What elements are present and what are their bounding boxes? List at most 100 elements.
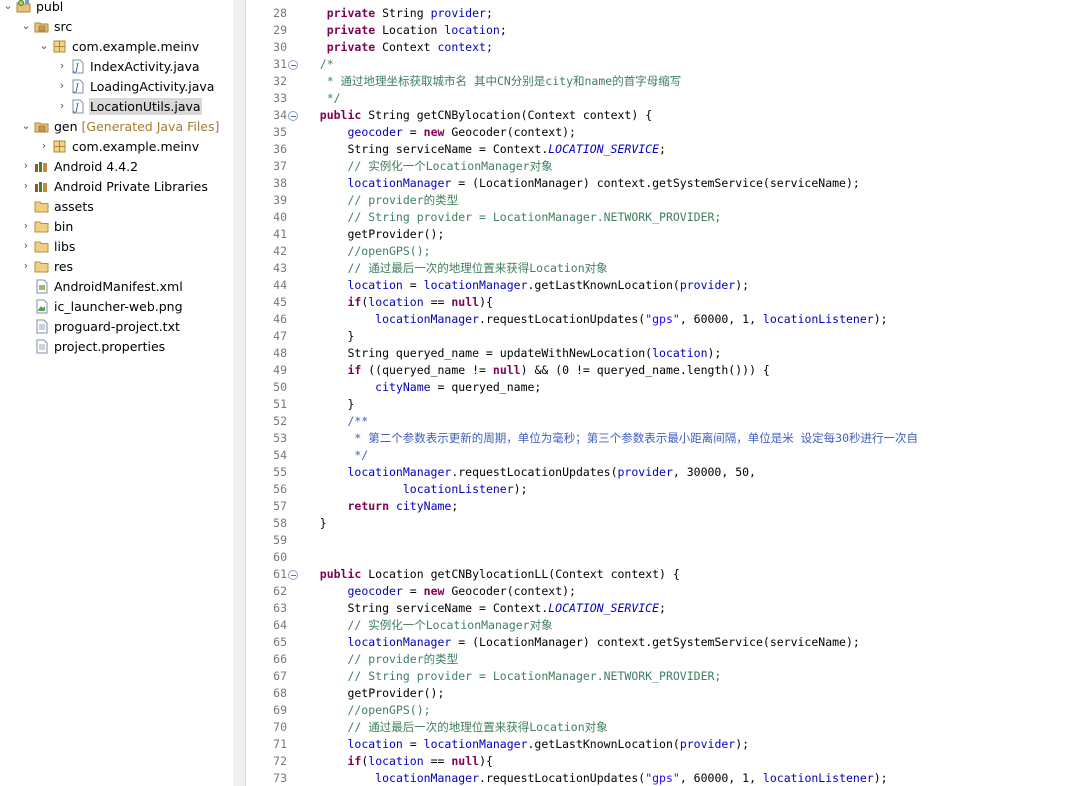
code-line[interactable]: 32 * 通过地理坐标获取城市名 其中CN分别是city和name的首字母缩写 [264, 73, 1086, 90]
code-line[interactable]: 55 locationManager.requestLocationUpdate… [264, 464, 1086, 481]
chevron-down-icon[interactable]: ⌄ [2, 0, 14, 12]
code-line[interactable]: 62 geocoder = new Geocoder(context); [264, 583, 1086, 600]
code-token: LOCATION_SERVICE [548, 142, 660, 156]
fold-toggle-icon[interactable] [288, 570, 298, 580]
code-line[interactable]: 41 getProvider(); [264, 226, 1086, 243]
tree-item[interactable]: project.properties [0, 337, 233, 357]
tree-item[interactable]: › res [0, 257, 233, 277]
code-line[interactable]: 53 * 第二个参数表示更新的周期，单位为毫秒；第三个参数表示最小距离间隔，单位… [264, 430, 1086, 447]
code-line[interactable]: 64 // 实例化一个LocationManager对象 [264, 617, 1086, 634]
code-editor[interactable]: 28 private String provider; 29 private Lo… [264, 0, 1086, 786]
code-token: public [319, 567, 362, 581]
code-line[interactable]: 58 } [264, 515, 1086, 532]
code-line[interactable]: 65 locationManager = (LocationManager) c… [264, 634, 1086, 651]
code-token: ) && (0 != queryed_name.length())) { [520, 363, 770, 377]
chevron-down-icon[interactable]: ⌄ [38, 40, 50, 52]
fold-toggle-icon[interactable] [288, 111, 298, 121]
tree-item[interactable]: › J LocationUtils.java [0, 97, 233, 117]
code-line[interactable]: 61 public Location getCNBylocationLL(Con… [264, 566, 1086, 583]
chevron-right-icon[interactable]: › [38, 140, 50, 152]
code-line[interactable]: 45 if(location == null){ [264, 294, 1086, 311]
tree-item[interactable]: › Android 4.4.2 [0, 157, 233, 177]
tree-item[interactable]: ic_launcher-web.png [0, 297, 233, 317]
tree-item[interactable]: › J LoadingActivity.java [0, 77, 233, 97]
code-line[interactable]: 31 /* [264, 56, 1086, 73]
code-text: //openGPS(); [299, 702, 430, 719]
code-token: ; [499, 23, 507, 37]
code-line[interactable]: 60 [264, 549, 1086, 566]
code-line[interactable]: 72 if(location == null){ [264, 753, 1086, 770]
code-line[interactable]: 42 //openGPS(); [264, 243, 1086, 260]
tree-item[interactable]: › libs [0, 237, 233, 257]
line-number: 56 [273, 482, 287, 496]
chevron-down-icon[interactable]: ⌄ [20, 20, 32, 32]
code-line[interactable]: 38 locationManager = (LocationManager) c… [264, 175, 1086, 192]
code-token: ; [659, 142, 666, 156]
code-line[interactable]: 57 return cityName; [264, 498, 1086, 515]
tree-item[interactable]: assets [0, 197, 233, 217]
tree-item[interactable]: ⌄ src [0, 17, 233, 37]
chevron-right-icon[interactable]: › [20, 180, 32, 192]
code-line[interactable]: 43 // 通过最后一次的地理位置来获得Location对象 [264, 260, 1086, 277]
code-line[interactable]: 59 [264, 532, 1086, 549]
code-line[interactable]: 49 if ((queryed_name != null) && (0 != q… [264, 362, 1086, 379]
fold-toggle-icon[interactable] [288, 60, 298, 70]
code-line[interactable]: 39 // provider的类型 [264, 192, 1086, 209]
code-line[interactable]: 46 locationManager.requestLocationUpdate… [264, 311, 1086, 328]
tree-item[interactable]: › bin [0, 217, 233, 237]
chevron-down-icon[interactable]: ⌄ [20, 120, 32, 132]
chevron-right-icon[interactable]: › [20, 220, 32, 232]
line-number: 55 [273, 465, 287, 479]
code-line[interactable]: 63 String serviceName = Context.LOCATION… [264, 600, 1086, 617]
tree-item[interactable]: proguard-project.txt [0, 317, 233, 337]
tree-item-label: res [54, 259, 74, 274]
code-token: location [444, 23, 500, 37]
view-sash[interactable] [233, 0, 264, 786]
code-line[interactable]: 33 */ [264, 90, 1086, 107]
code-line[interactable]: 35 geocoder = new Geocoder(context); [264, 124, 1086, 141]
chevron-right-icon[interactable]: › [56, 100, 68, 112]
code-line[interactable]: 70 // 通过最后一次的地理位置来获得Location对象 [264, 719, 1086, 736]
tree-item[interactable]: AndroidManifest.xml [0, 277, 233, 297]
chevron-right-icon[interactable]: › [56, 60, 68, 72]
code-line[interactable]: 67 // String provider = LocationManager.… [264, 668, 1086, 685]
code-line[interactable]: 52 /** [264, 413, 1086, 430]
code-line[interactable]: 47 } [264, 328, 1086, 345]
tree-item[interactable]: ⌄ com.example.meinv [0, 37, 233, 57]
code-line[interactable]: 37 // 实例化一个LocationManager对象 [264, 158, 1086, 175]
code-text: locationManager.requestLocationUpdates(p… [299, 464, 756, 481]
code-line[interactable]: 56 locationListener); [264, 481, 1086, 498]
code-line[interactable]: 36 String serviceName = Context.LOCATION… [264, 141, 1086, 158]
code-line[interactable]: 30 private Context context; [264, 39, 1086, 56]
tree-item[interactable]: › Android Private Libraries [0, 177, 233, 197]
code-token: = (LocationManager) context.getSystemSer… [451, 635, 860, 649]
code-line[interactable]: 54 */ [264, 447, 1086, 464]
code-line[interactable]: 28 private String provider; [264, 5, 1086, 22]
code-token: .requestLocationUpdates( [479, 771, 646, 785]
tree-item[interactable]: › com.example.meinv [0, 137, 233, 157]
chevron-right-icon[interactable]: › [20, 260, 32, 272]
tree-item-label: com.example.meinv [72, 39, 200, 54]
tree-item[interactable]: › J IndexActivity.java [0, 57, 233, 77]
line-number: 60 [273, 550, 287, 564]
code-line[interactable]: 48 String queryed_name = updateWithNewLo… [264, 345, 1086, 362]
code-line[interactable]: 71 location = locationManager.getLastKno… [264, 736, 1086, 753]
code-line[interactable]: 66 // provider的类型 [264, 651, 1086, 668]
code-line[interactable]: 73 locationManager.requestLocationUpdate… [264, 770, 1086, 786]
chevron-right-icon[interactable]: › [56, 80, 68, 92]
code-line[interactable]: 40 // String provider = LocationManager.… [264, 209, 1086, 226]
code-line[interactable]: 44 location = locationManager.getLastKno… [264, 277, 1086, 294]
code-line[interactable]: 34 public String getCNBylocation(Context… [264, 107, 1086, 124]
code-line[interactable]: 29 private Location location; [264, 22, 1086, 39]
chevron-right-icon[interactable]: › [20, 160, 32, 172]
tree-item[interactable]: ⌄ publ [0, 0, 233, 17]
code-line[interactable]: 69 //openGPS(); [264, 702, 1086, 719]
code-token: locationManager [375, 312, 480, 326]
code-line[interactable]: 51 } [264, 396, 1086, 413]
code-line[interactable]: 50 cityName = queryed_name; [264, 379, 1086, 396]
chevron-right-icon[interactable]: › [20, 240, 32, 252]
tree-item[interactable]: ⌄ gen [Generated Java Files] [0, 117, 233, 137]
code-line[interactable]: 68 getProvider(); [264, 685, 1086, 702]
code-token: null [451, 295, 480, 309]
